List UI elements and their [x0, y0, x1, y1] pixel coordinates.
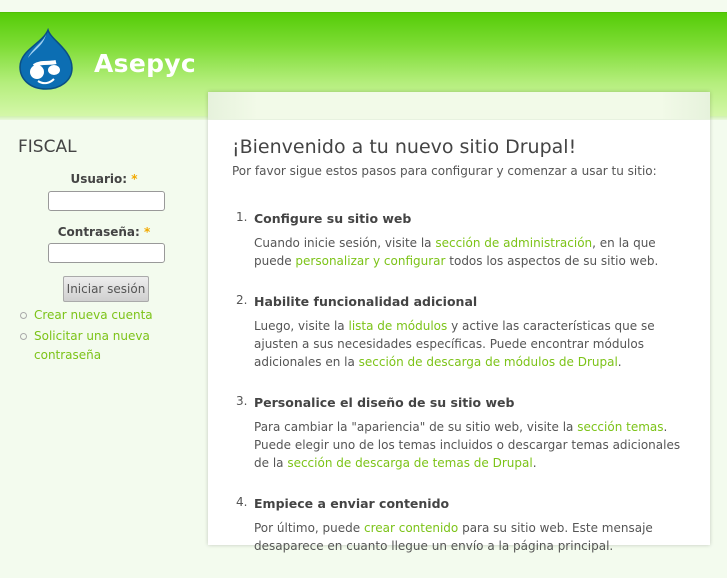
- page-title: ¡Bienvenido a tu nuevo sitio Drupal!: [232, 136, 577, 158]
- module-downloads-link[interactable]: sección de descarga de módulos de Drupal: [359, 355, 618, 369]
- top-band: [0, 0, 727, 12]
- themes-section-link[interactable]: sección temas: [577, 420, 663, 434]
- text: Cuando inicie sesión, visite la: [254, 236, 436, 250]
- list-item: Solicitar una nueva contraseña: [20, 327, 200, 365]
- password-input[interactable]: [48, 243, 165, 263]
- list-item: Crear nueva cuenta: [20, 306, 200, 325]
- content-top-bar: [208, 92, 710, 120]
- step-number: 3.: [236, 394, 248, 408]
- step-item: 4. Empiece a enviar contenido Por último…: [236, 495, 696, 555]
- step-item: 1. Configure su sitio web Cuando inicie …: [236, 210, 696, 270]
- text: todos los aspectos de su sitio web.: [445, 254, 659, 268]
- text: .: [617, 355, 622, 369]
- step-number: 2.: [236, 293, 248, 307]
- step-title: Configure su sitio web: [254, 211, 412, 226]
- required-mark: *: [143, 225, 151, 239]
- site-name[interactable]: Asepyc: [94, 49, 196, 78]
- login-button[interactable]: Iniciar sesión: [63, 276, 149, 302]
- username-label: Usuario: *: [0, 172, 208, 186]
- user-links: Crear nueva cuenta Solicitar una nueva c…: [20, 306, 200, 367]
- theme-downloads-link[interactable]: sección de descarga de temas de Drupal: [287, 456, 532, 470]
- sidebar: FISCAL Usuario: * Contraseña: * Iniciar …: [0, 120, 208, 545]
- steps-list: 1. Configure su sitio web Cuando inicie …: [236, 210, 696, 578]
- intro-text: Por favor sigue estos pasos para configu…: [232, 164, 657, 178]
- step-title: Habilite funcionalidad adicional: [254, 294, 478, 309]
- step-item: 2. Habilite funcionalidad adicional Lueg…: [236, 293, 696, 371]
- required-mark: *: [131, 172, 138, 186]
- step-item: 3. Personalice el diseño de su sitio web…: [236, 394, 696, 472]
- step-body: Por último, puede crear contenido para s…: [254, 519, 696, 555]
- create-content-link[interactable]: crear contenido: [364, 521, 458, 535]
- password-label-text: Contraseña:: [57, 225, 140, 239]
- username-label-text: Usuario:: [70, 172, 128, 186]
- password-label: Contraseña: *: [0, 225, 208, 239]
- sidebar-title: FISCAL: [18, 137, 77, 157]
- customize-link[interactable]: personalizar y configurar: [295, 254, 445, 268]
- step-body: Para cambiar la "apariencia" de su sitio…: [254, 418, 696, 472]
- text: Luego, visite la: [254, 319, 349, 333]
- create-account-link[interactable]: Crear nueva cuenta: [34, 308, 153, 322]
- step-title: Personalice el diseño de su sitio web: [254, 395, 515, 410]
- drupal-logo-icon[interactable]: [18, 28, 74, 90]
- modules-list-link[interactable]: lista de módulos: [348, 319, 447, 333]
- step-body: Cuando inicie sesión, visite la sección …: [254, 234, 696, 270]
- text: Por último, puede: [254, 521, 364, 535]
- text: .: [532, 456, 537, 470]
- step-number: 1.: [236, 210, 248, 224]
- request-password-link[interactable]: Solicitar una nueva contraseña: [34, 329, 150, 362]
- admin-section-link[interactable]: sección de administración: [435, 236, 592, 250]
- step-number: 4.: [236, 495, 248, 509]
- text: Para cambiar la "apariencia" de su sitio…: [254, 420, 578, 434]
- username-input[interactable]: [48, 191, 165, 211]
- main-content: ¡Bienvenido a tu nuevo sitio Drupal! Por…: [208, 92, 710, 553]
- step-body: Luego, visite la lista de módulos y acti…: [254, 317, 696, 371]
- step-title: Empiece a enviar contenido: [254, 496, 450, 511]
